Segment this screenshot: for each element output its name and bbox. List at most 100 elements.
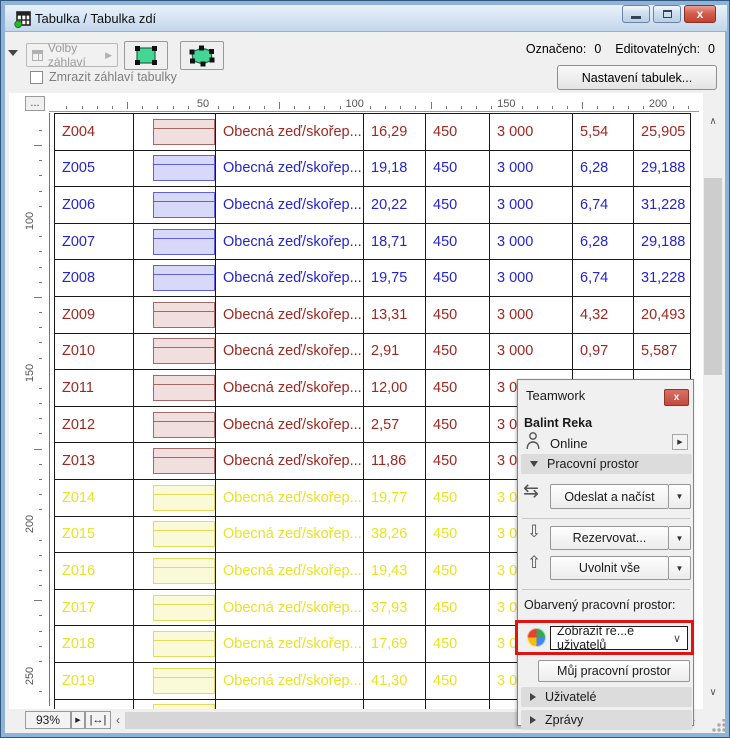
horizontal-ruler: 50 100 150 200 xyxy=(49,96,699,112)
vertical-scrollbar[interactable]: ∧ ∨ xyxy=(703,113,723,701)
wall-value-cell: 450 xyxy=(426,516,490,553)
ruler-tick xyxy=(39,327,42,329)
header-options-button[interactable]: Volby záhlaví ▶ xyxy=(26,41,118,69)
wall-fill-swatch xyxy=(153,484,215,511)
zoom-menu-button[interactable]: ▶ xyxy=(71,711,85,729)
scheme-settings-button[interactable]: Nastavení tabulek... xyxy=(557,65,717,90)
maximize-button[interactable] xyxy=(653,5,681,23)
ruler-tick xyxy=(39,175,42,177)
wall-value-cell: 31,228 xyxy=(634,260,691,296)
swatch-skin-line xyxy=(154,493,214,495)
reserve-label: Rezervovat... xyxy=(572,531,647,545)
freeze-header-checkbox-row[interactable]: Zmrazit záhlaví tabulky xyxy=(30,70,177,84)
wall-fill-swatch xyxy=(153,265,215,292)
freeze-header-checkbox[interactable] xyxy=(30,70,43,84)
table-row[interactable]: Z005 Obecná zeď/skořep... 19,18 450 3 000 6,2… xyxy=(55,150,691,188)
table-row[interactable]: Z007 Obecná zeď/skořep... 18,71 450 3 000 6,2… xyxy=(55,223,691,261)
wall-name-cell: Obecná zeď/skořep... xyxy=(216,333,364,370)
ruler-tick xyxy=(400,106,402,109)
scroll-down-icon[interactable]: ∨ xyxy=(703,684,723,701)
wall-id-cell: Z009 xyxy=(55,296,134,333)
wall-value-cell: 450 xyxy=(426,296,490,333)
wall-swatch-cell xyxy=(134,333,216,370)
fit-width-button[interactable]: |↔| xyxy=(85,711,111,729)
h-ruler-label: 100 xyxy=(345,98,364,110)
reserve-dropdown[interactable]: ▼ xyxy=(669,526,691,550)
table-row[interactable]: Z010 Obecná zeď/skořep... 2,91 450 3 000 0,97… xyxy=(55,333,691,371)
send-receive-button[interactable]: Odeslat a načíst xyxy=(550,484,669,509)
wall-value-cell: 0,97 xyxy=(573,333,634,370)
resize-grip[interactable] xyxy=(711,719,725,733)
scheme-settings-label: Nastavení tabulek... xyxy=(581,70,693,85)
release-all-dropdown[interactable]: ▼ xyxy=(669,556,691,580)
table-header-icon xyxy=(32,49,43,61)
ruler-tick xyxy=(248,106,250,109)
marquee-single-button[interactable] xyxy=(124,41,168,70)
swatch-skin-line xyxy=(154,347,214,349)
ruler-tick xyxy=(294,106,295,109)
ruler-tick xyxy=(39,645,42,647)
wall-swatch-cell xyxy=(134,223,216,260)
wall-value-cell: 19,75 xyxy=(364,260,426,296)
zoom-level-button[interactable]: 93% xyxy=(25,711,71,729)
wall-fill-swatch xyxy=(153,338,215,365)
swatch-skin-line xyxy=(154,310,214,312)
ruler-corner-button[interactable]: ... xyxy=(25,96,45,111)
table-row[interactable]: Z004 Obecná zeď/skořep... 16,29 450 3 000 5,5… xyxy=(55,114,691,151)
release-all-button[interactable]: Uvolnit vše xyxy=(550,556,669,580)
wall-swatch-cell xyxy=(134,114,216,150)
wall-id-cell: Z015 xyxy=(55,516,134,553)
wall-value-cell: 450 xyxy=(426,187,490,223)
scroll-up-icon[interactable]: ∧ xyxy=(703,113,723,130)
wall-name-cell: Obecná zeď/skořep... xyxy=(216,114,364,150)
wall-id-cell: Z014 xyxy=(55,479,134,516)
table-row[interactable]: Z008 Obecná zeď/skořep... 19,75 450 3 000 6,7… xyxy=(55,260,691,297)
ruler-tick xyxy=(34,296,42,298)
wall-value-cell: 25,905 xyxy=(634,114,691,150)
table-row[interactable]: Z006 Obecná zeď/skořep... 20,22 450 3 000 6,7… xyxy=(55,187,691,224)
swatch-skin-line xyxy=(154,530,214,532)
minimize-button[interactable] xyxy=(622,5,650,23)
messages-section-header[interactable]: Zprávy xyxy=(521,710,692,730)
highlight-callout: Zobrazit re...e uživatelů ∨ xyxy=(515,620,694,655)
title-bar[interactable]: Tabulka / Tabulka zdí xyxy=(5,5,727,32)
colored-workspace-label: Obarvený pracovní prostor: xyxy=(524,598,676,612)
close-icon: x xyxy=(696,7,704,21)
swatch-skin-line xyxy=(154,566,214,568)
send-receive-icon: ⇆ xyxy=(523,480,539,502)
wall-name-cell: Obecná zeď/skořep... xyxy=(216,150,364,187)
scroll-left-icon[interactable]: ‹ xyxy=(111,713,125,727)
ruler-tick xyxy=(34,600,42,602)
ruler-tick xyxy=(627,106,629,109)
wall-fill-swatch xyxy=(153,667,215,694)
messages-section-label: Zprávy xyxy=(545,713,584,727)
wall-value-cell: 37,93 xyxy=(364,589,426,626)
panel-collapse-icon[interactable] xyxy=(8,50,18,56)
palette-close-button[interactable]: x xyxy=(664,389,689,406)
users-section-header[interactable]: Uživatelé xyxy=(521,687,692,707)
wall-value-cell: 19,77 xyxy=(364,479,426,516)
vertical-scrollbar-thumb[interactable] xyxy=(704,178,722,375)
wall-swatch-cell xyxy=(134,662,216,699)
table-row[interactable]: Z009 Obecná zeď/skořep... 13,31 450 3 000 4,3… xyxy=(55,296,691,334)
colored-workspace-select[interactable]: Zobrazit re...e uživatelů ∨ xyxy=(550,624,688,652)
my-workspace-button[interactable]: Můj pracovní prostor xyxy=(538,660,690,682)
send-receive-dropdown[interactable]: ▼ xyxy=(669,484,691,509)
workspace-section-header[interactable]: Pracovní prostor xyxy=(521,454,692,474)
ruler-tick xyxy=(39,190,42,192)
wall-value-cell: 450 xyxy=(426,406,490,443)
freeze-header-label: Zmrazit záhlaví tabulky xyxy=(49,70,177,84)
colored-workspace-value: Zobrazit re...e uživatelů xyxy=(557,624,635,652)
wall-name-cell: Obecná zeď/skořep... xyxy=(216,296,364,333)
wall-value-cell: 2,91 xyxy=(364,333,426,370)
separator xyxy=(522,589,690,590)
status-flyout-button[interactable]: ▶ xyxy=(672,434,688,450)
close-button[interactable]: x xyxy=(684,5,716,23)
ruler-tick xyxy=(39,418,42,420)
swatch-skin-line xyxy=(154,200,214,202)
ruler-tick xyxy=(96,106,98,109)
marquee-multi-button[interactable] xyxy=(180,41,224,70)
wall-value-cell: 3 000 xyxy=(490,296,573,333)
reserve-button[interactable]: Rezervovat... xyxy=(550,526,669,550)
wall-value-cell xyxy=(364,699,426,709)
